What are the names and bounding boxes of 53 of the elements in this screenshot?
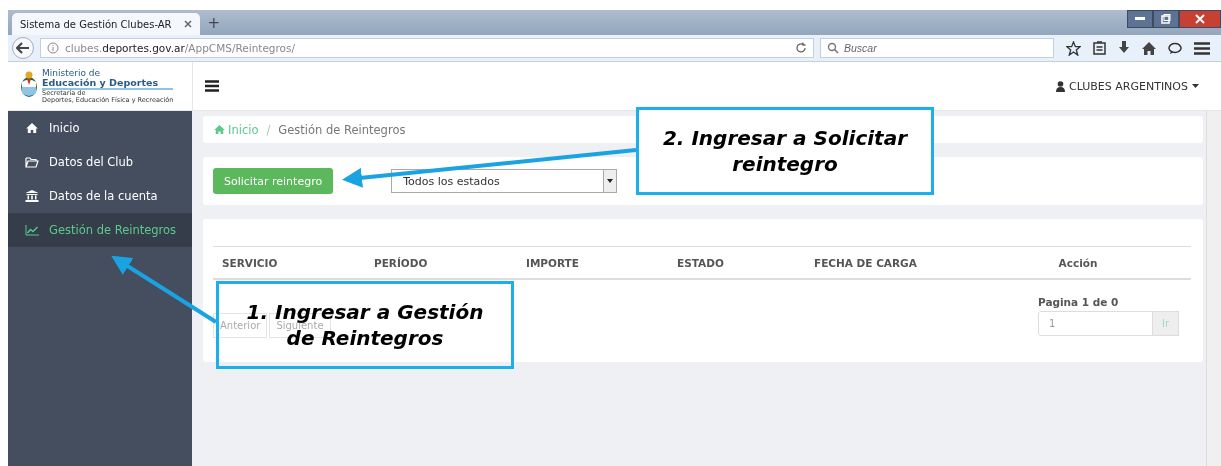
menu-icon[interactable] xyxy=(205,80,219,92)
close-icon xyxy=(1195,14,1205,24)
back-arrow-icon xyxy=(16,42,30,54)
home-icon[interactable] xyxy=(1142,41,1156,55)
close-icon[interactable] xyxy=(183,20,192,28)
column-header: FECHA DE CARGA xyxy=(814,256,917,269)
user-icon xyxy=(1056,80,1065,92)
breadcrumb-separator: / xyxy=(266,122,271,137)
line-chart-icon xyxy=(25,224,39,236)
column-header: IMPORTE xyxy=(526,256,579,269)
user-menu[interactable]: CLUBES ARGENTINOS xyxy=(1056,79,1199,93)
caret-icon xyxy=(607,179,614,183)
url-text: clubes.deportes.gov.ar/AppCMS/Reintegros/ xyxy=(65,42,297,54)
star-icon[interactable] xyxy=(1066,40,1081,56)
sidebar-item[interactable]: Inicio xyxy=(8,111,192,145)
restore-icon xyxy=(1161,14,1171,24)
home-icon xyxy=(214,125,225,134)
status-dropdown[interactable]: Todos los estados xyxy=(391,169,618,193)
home-icon xyxy=(25,123,39,133)
minimize-icon xyxy=(1135,17,1145,21)
sidebar-item[interactable]: Gestión de Reintegros xyxy=(8,213,192,247)
new-tab-button[interactable]: + xyxy=(207,14,221,32)
chat-bubble-icon[interactable] xyxy=(1168,41,1182,55)
reload-icon[interactable] xyxy=(795,42,807,54)
address-bar[interactable]: clubes.deportes.gov.ar/AppCMS/Reintegros/ xyxy=(40,38,814,58)
folder-icon xyxy=(25,156,39,168)
minimize-button[interactable] xyxy=(1127,10,1153,28)
column-header: ESTADO xyxy=(677,256,724,269)
menu-icon[interactable] xyxy=(1194,41,1210,55)
sidebar-item[interactable]: Datos del Club xyxy=(8,145,192,179)
scrollbar[interactable] xyxy=(1206,111,1221,466)
clipboard-icon[interactable] xyxy=(1093,41,1106,55)
search-input[interactable]: Buscar xyxy=(844,42,1034,54)
download-icon[interactable] xyxy=(1118,41,1130,55)
page-label: Pagina 1 de 0 xyxy=(1038,296,1120,308)
search-field[interactable]: Buscar xyxy=(820,38,1054,58)
column-header: SERVICIO xyxy=(222,256,278,269)
page-input[interactable]: 1 xyxy=(1038,311,1153,336)
tab-title: Sistema de Gestión Clubes-AR xyxy=(20,18,172,30)
logo-ministry-text: Ministerio de xyxy=(42,68,102,78)
column-header: PERÍODO xyxy=(374,256,428,269)
close-window-button[interactable] xyxy=(1179,10,1221,28)
restore-button[interactable] xyxy=(1153,10,1179,28)
logo-title: Educación y Deportes xyxy=(42,77,174,91)
caret-icon xyxy=(1192,84,1199,88)
browser-tab[interactable]: Sistema de Gestión Clubes-AR xyxy=(12,13,200,35)
back-button[interactable] xyxy=(12,37,34,59)
search-icon xyxy=(827,42,839,54)
sidebar-item[interactable]: Datos de la cuenta xyxy=(8,179,192,213)
callout-box: 2. Ingresar a Solicitar reintegro xyxy=(636,107,934,195)
column-header: Acción xyxy=(1058,256,1098,269)
breadcrumb-current: Gestión de Reintegros xyxy=(278,122,406,137)
bank-icon xyxy=(25,190,39,202)
